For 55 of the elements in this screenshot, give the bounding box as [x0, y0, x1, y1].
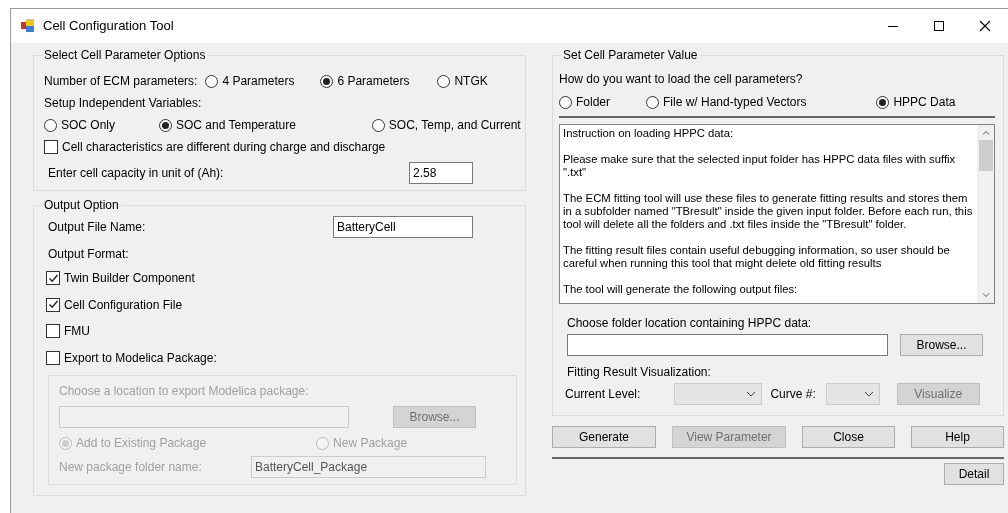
maximize-icon — [933, 20, 945, 32]
field-label: Output File Name: — [48, 219, 146, 236]
scroll-up-icon[interactable] — [980, 128, 991, 138]
group-title: Set Cell Parameter Value — [561, 48, 700, 62]
check-icon — [47, 272, 59, 284]
radio-button[interactable]: 6 Parameters — [320, 72, 410, 90]
group-title: Select Cell Parameter Options — [42, 48, 208, 62]
field-label: Output Format: — [48, 246, 129, 263]
field-label: New package folder name: — [59, 459, 202, 476]
field-label: How do you want to load the cell parameters? — [559, 71, 803, 88]
dropdown[interactable] — [674, 383, 763, 405]
paragraph: The tool will generate the following output files: — [563, 283, 799, 296]
field-label: Number of ECM parameters: — [44, 73, 198, 90]
radio-button[interactable]: NTGK — [437, 72, 488, 90]
scrollbar[interactable] — [977, 125, 994, 303]
detail-button[interactable]: Detail — [944, 463, 1004, 485]
paragraph: The ECM fitting tool will use these files to generate fitting results and stores them in a subfolder named "TBresult" inside the given input folder. Before each run, this tool will delete all the folders and .txt files inside the "TBresult" folder. — [563, 192, 974, 231]
instructions-text-area[interactable] — [559, 124, 995, 304]
checkbox[interactable]: FMU — [46, 322, 90, 341]
field-label: Current Level: — [565, 386, 641, 403]
dialog-button[interactable]: Generate — [552, 426, 656, 448]
field-label: Choose folder location containing HPPC data: — [567, 315, 812, 332]
paragraph: The fitting result files contain useful debugging information, so user should be careful when running this tool that might delete old fitting results — [563, 244, 951, 270]
radio-button[interactable]: 4 Parameters — [205, 72, 295, 90]
checkbox[interactable]: Cell characteristics are different during charge and discharge — [44, 138, 386, 156]
radio-button[interactable]: Folder — [559, 93, 610, 111]
field-label: Choose a location to export Modelica package: — [59, 383, 310, 400]
radio-button[interactable]: SOC, Temp, and Current — [371, 116, 521, 134]
dropdown[interactable] — [825, 383, 880, 405]
checkbox[interactable]: Export to Modelica Package: — [46, 348, 217, 367]
browse-button[interactable]: Browse... — [900, 334, 983, 356]
field-label: Curve #: — [770, 386, 816, 403]
checkbox[interactable]: Cell Configuration File — [46, 295, 183, 314]
close-icon — [979, 20, 991, 32]
radio-button[interactable]: File w/ Hand-typed Vectors — [646, 93, 807, 111]
field-label: Setup Independent Variables: — [44, 95, 202, 112]
dialog-button[interactable]: Close — [802, 426, 895, 448]
capacity-field[interactable]: 2.58 — [409, 162, 473, 184]
radio-button[interactable]: SOC Only — [44, 116, 115, 134]
scroll-thumb[interactable] — [978, 140, 993, 171]
radio-button[interactable]: HPPC Data — [876, 93, 956, 111]
check-icon — [47, 299, 59, 311]
paragraph: Instruction on loading HPPC data: — [563, 127, 735, 140]
dialog-button[interactable]: Help — [911, 426, 1004, 448]
file-name-field[interactable]: BatteryCell — [333, 216, 473, 238]
radio-button[interactable]: SOC and Temperature — [159, 116, 296, 134]
field-label: Enter cell capacity in unit of (Ah): — [48, 165, 224, 182]
scroll-down-icon[interactable] — [980, 290, 991, 300]
field-label: Fitting Result Visualization: — [567, 364, 711, 381]
checkbox[interactable]: Twin Builder Component — [46, 269, 195, 288]
group-title: Output Option — [42, 198, 121, 212]
paragraph: Please make sure that the selected input folder has HPPC data files with suffix ".txt" — [563, 153, 957, 179]
window-title: Cell Configuration Tool — [43, 17, 174, 36]
folder-path-field[interactable] — [567, 334, 888, 356]
app-icon — [21, 19, 35, 33]
